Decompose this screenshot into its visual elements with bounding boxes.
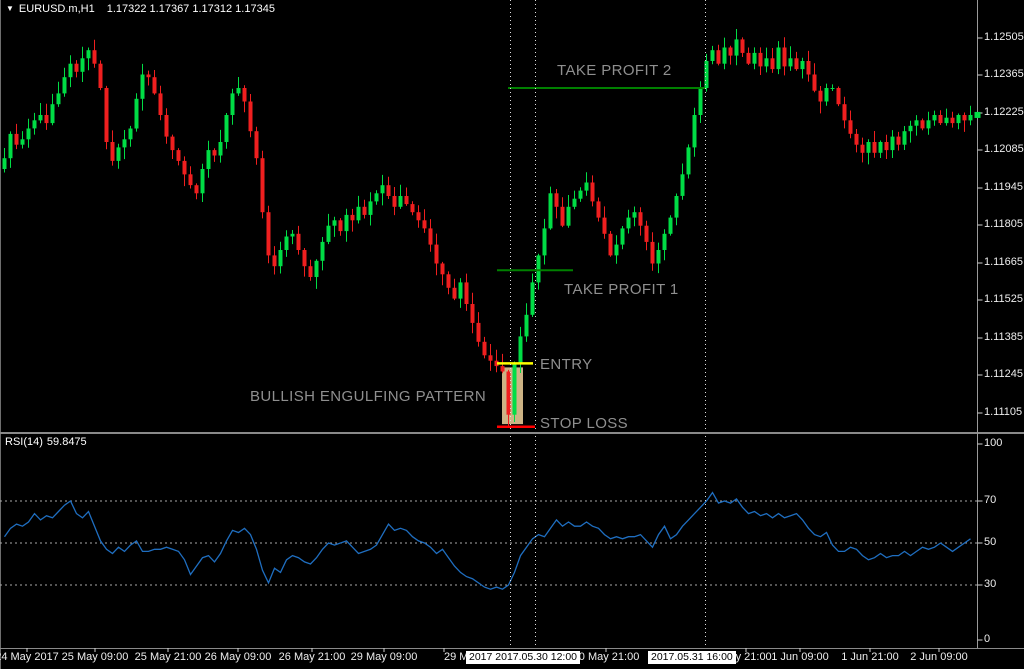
price-axis-label: 1.11105 <box>984 406 1022 418</box>
take-profit-2-label: TAKE PROFIT 2 <box>557 62 672 79</box>
rsi-name: RSI(14) <box>5 436 43 448</box>
rsi-value: 59.8475 <box>47 436 87 448</box>
price-axis-label: 1.11245 <box>984 368 1023 380</box>
mt4-chart-window: ▼ EURUSD.m,H1 1.17322 1.17367 1.17312 1.17… <box>0 0 1024 669</box>
rsi-axis-label: 100 <box>984 437 1002 449</box>
time-axis-label: 25 May 21:00 <box>135 651 202 663</box>
vline-time-label: 2017.05.31 16:00 <box>648 651 736 664</box>
take-profit-1-label: TAKE PROFIT 1 <box>564 281 679 298</box>
time-axis-label: 1 Jun 09:00 <box>771 651 829 663</box>
rsi-line <box>5 493 971 590</box>
price-axis-label: 1.11805 <box>984 218 1023 230</box>
price-axis-label: 1.11385 <box>984 331 1023 343</box>
entry-label: ENTRY <box>540 356 593 373</box>
vline-time-label: 2017 2017.05.30 12:00 <box>466 651 580 664</box>
dropdown-triangle-icon[interactable]: ▼ <box>6 4 14 13</box>
time-axis-label: 25 May 09:00 <box>62 651 129 663</box>
candlestick-chart-canvas[interactable] <box>0 0 1024 669</box>
chart-title: ▼ EURUSD.m,H1 1.17322 1.17367 1.17312 1.17… <box>6 3 275 15</box>
rsi-axis-label: 30 <box>984 578 996 590</box>
rsi-indicator-label: RSI(14) 59.8475 <box>5 436 91 448</box>
time-axis-label: 2 Jun 09:00 <box>910 651 968 663</box>
price-axis-label: 1.12505 <box>984 31 1024 43</box>
bullish-engulfing-pattern-label: BULLISH ENGULFING PATTERN <box>250 388 486 405</box>
time-axis-label: 29 May 09:00 <box>351 651 418 663</box>
rsi-axis-label: 70 <box>984 494 996 506</box>
time-axis-label: 26 May 09:00 <box>205 651 272 663</box>
time-axis[interactable]: 24 May 201725 May 09:0025 May 21:0026 Ma… <box>0 651 1024 667</box>
rsi-axis-label: 0 <box>984 633 990 645</box>
symbol-period-label: EURUSD.m,H1 <box>19 3 95 15</box>
rsi-axis-label: 50 <box>984 536 996 548</box>
price-axis-label: 1.12085 <box>984 143 1024 155</box>
stop-loss-label: STOP LOSS <box>540 415 628 432</box>
panel-separator <box>0 432 1024 434</box>
candles <box>3 29 973 427</box>
price-axis-label: 1.11665 <box>984 256 1023 268</box>
price-axis-label: 1.12365 <box>984 68 1024 80</box>
price-axis-label: 1.11945 <box>984 181 1023 193</box>
time-axis-label: 30 May 21:00 <box>573 651 640 663</box>
time-axis-label: 1 Jun 21:00 <box>841 651 899 663</box>
time-axis-label: 26 May 21:00 <box>279 651 346 663</box>
price-axis-label: 1.12225 <box>984 106 1024 118</box>
ohlc-values: 1.17322 1.17367 1.17312 1.17345 <box>107 3 275 15</box>
current-price-marker <box>975 112 981 118</box>
price-axis-label: 1.11525 <box>984 293 1023 305</box>
time-axis-label: 24 May 2017 <box>0 651 59 663</box>
